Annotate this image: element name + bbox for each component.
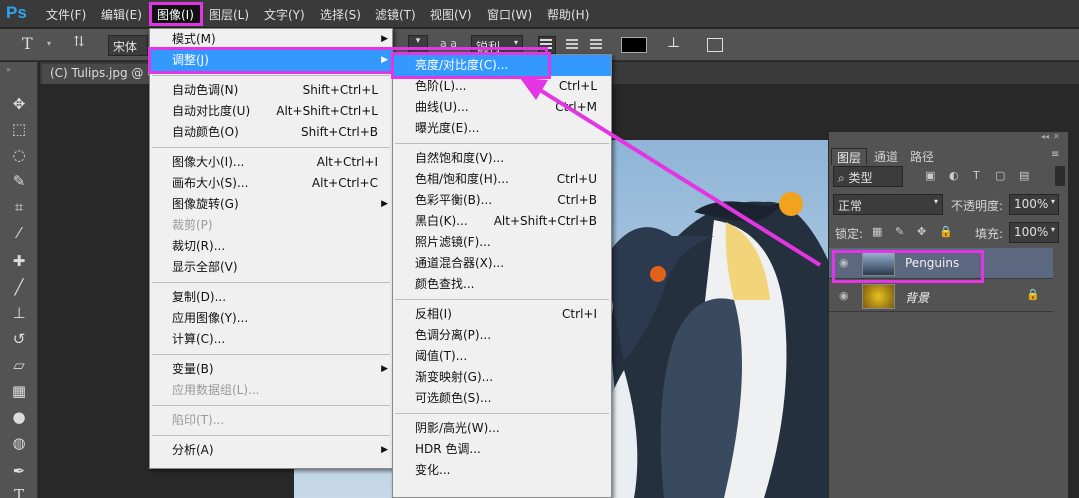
annotation-arrow [520,78,822,267]
arrow-head [520,78,548,100]
arrow-line [538,88,822,267]
